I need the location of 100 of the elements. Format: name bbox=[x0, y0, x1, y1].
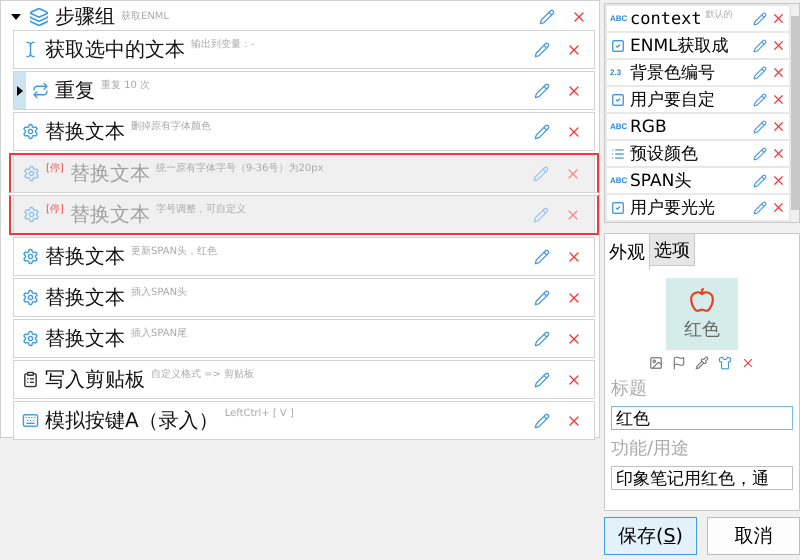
step-hint: 删掉原有字体颜色 bbox=[131, 120, 211, 133]
step-row[interactable]: 替换文本 插入SPAN头 bbox=[13, 278, 595, 317]
step-title: 模拟按键A（录入） bbox=[45, 407, 219, 434]
step-title: 替换文本 bbox=[45, 243, 125, 270]
edit-icon[interactable] bbox=[534, 372, 550, 388]
step-hint: 插入SPAN尾 bbox=[131, 326, 188, 340]
edit-icon[interactable] bbox=[753, 92, 767, 106]
step-hint: 输出到变量：- bbox=[191, 38, 255, 51]
group-hint: 获取ENML bbox=[121, 10, 169, 23]
gear-icon bbox=[23, 165, 40, 182]
text-type-icon: ABC bbox=[610, 122, 626, 131]
scrollbar[interactable] bbox=[791, 4, 799, 222]
variable-row[interactable]: 预设颜色 bbox=[607, 141, 789, 166]
edit-icon[interactable] bbox=[753, 174, 767, 188]
edit-icon[interactable] bbox=[753, 12, 767, 26]
purpose-field[interactable]: 印象笔记用红色，通 bbox=[611, 466, 793, 490]
icon-tile[interactable]: 红色 bbox=[666, 278, 738, 350]
apple-icon bbox=[689, 287, 715, 313]
edit-icon[interactable] bbox=[534, 248, 550, 264]
expander[interactable] bbox=[14, 72, 26, 109]
step-title: 重复 bbox=[55, 77, 95, 104]
disabled-tag: [停] bbox=[46, 202, 64, 216]
checkbox-icon bbox=[610, 38, 626, 52]
tile-label: 红色 bbox=[684, 318, 720, 341]
image-icon[interactable] bbox=[649, 356, 663, 370]
gear-icon bbox=[22, 248, 39, 265]
list-icon bbox=[610, 146, 626, 160]
number-type-icon: 2.3 bbox=[610, 68, 626, 77]
variable-row[interactable]: 用户要光光 bbox=[607, 195, 789, 220]
edit-icon[interactable] bbox=[753, 200, 767, 214]
edit-icon[interactable] bbox=[539, 8, 555, 24]
edit-icon[interactable] bbox=[753, 38, 767, 52]
checkbox-icon bbox=[610, 92, 626, 106]
delete-icon[interactable] bbox=[771, 92, 786, 107]
checkbox-icon bbox=[610, 200, 626, 214]
delete-icon[interactable] bbox=[771, 173, 786, 188]
edit-icon[interactable] bbox=[534, 124, 550, 140]
edit-icon[interactable] bbox=[753, 120, 767, 134]
step-hint: 插入SPAN头 bbox=[131, 286, 188, 299]
step-row[interactable]: 写入剪贴板 自定义格式 => 剪贴板 bbox=[13, 360, 595, 399]
step-hint: 自定义格式 => 剪贴板 bbox=[151, 368, 254, 381]
gear-icon bbox=[23, 206, 40, 223]
variable-name: 背景色编号 bbox=[630, 62, 715, 84]
keyboard-icon bbox=[22, 412, 39, 429]
gear-icon bbox=[22, 289, 39, 306]
edit-icon[interactable] bbox=[534, 42, 550, 58]
shirt-icon[interactable] bbox=[718, 356, 732, 370]
step-title: 获取选中的文本 bbox=[45, 36, 185, 63]
variable-name: SPAN头 bbox=[630, 170, 692, 192]
step-title: 替换文本 bbox=[45, 284, 125, 311]
step-hint: LeftCtrl+ [ V ] bbox=[224, 408, 294, 419]
tab[interactable]: 选项 bbox=[650, 234, 695, 266]
variable-row[interactable]: ENML获取成 bbox=[607, 33, 789, 58]
step-hint: 统一原有字体字号（9-36号）为20px bbox=[156, 162, 324, 175]
group-title: 步骤组 bbox=[55, 3, 115, 30]
step-row[interactable]: 模拟按键A（录入） LeftCtrl+ [ V ] bbox=[13, 401, 595, 440]
flag-icon[interactable] bbox=[672, 356, 686, 370]
step-hint: 重复 10 次 bbox=[101, 78, 150, 92]
edit-icon[interactable] bbox=[534, 412, 550, 428]
edit-icon[interactable] bbox=[534, 290, 550, 306]
save-button[interactable]: 保存(S) bbox=[604, 517, 697, 555]
eyedropper-icon[interactable] bbox=[695, 356, 709, 370]
variable-name: 用户要自定 bbox=[630, 89, 715, 111]
caret-icon[interactable] bbox=[11, 14, 21, 20]
variable-name: 预设颜色 bbox=[630, 143, 698, 165]
variable-name: ENML获取成 bbox=[630, 35, 729, 57]
step-title: 替换文本 bbox=[70, 160, 150, 187]
delete-icon[interactable] bbox=[771, 11, 786, 26]
cancel-button[interactable]: 取消 bbox=[707, 517, 800, 555]
step-title: 写入剪贴板 bbox=[45, 366, 145, 393]
step-hint: 更新SPAN头，红色 bbox=[131, 244, 218, 258]
delete-icon[interactable] bbox=[741, 356, 755, 370]
step-row[interactable]: 替换文本 插入SPAN尾 bbox=[13, 319, 595, 358]
step-hint: 字号调整，可自定义 bbox=[156, 202, 246, 216]
variable-name: 用户要光光 bbox=[630, 197, 715, 219]
disabled-tag: [停] bbox=[46, 161, 64, 175]
delete-icon[interactable] bbox=[771, 119, 786, 134]
edit-icon[interactable] bbox=[534, 330, 550, 346]
clipboard-icon bbox=[22, 371, 39, 388]
edit-icon[interactable] bbox=[753, 66, 767, 80]
title-field[interactable]: 红色 bbox=[611, 406, 793, 430]
delete-icon[interactable] bbox=[771, 65, 786, 80]
variable-name: context bbox=[630, 8, 702, 28]
step-row[interactable]: 替换文本 更新SPAN头，红色 bbox=[13, 237, 595, 276]
step-title: 替换文本 bbox=[45, 325, 125, 352]
gear-icon bbox=[22, 123, 39, 140]
delete-icon[interactable] bbox=[771, 146, 786, 161]
variable-hint: 默认的 bbox=[706, 8, 733, 21]
step-row[interactable]: 替换文本 删掉原有字体颜色 bbox=[13, 112, 595, 151]
step-row[interactable]: 重复 重复 10 次 bbox=[13, 71, 595, 110]
text-type-icon: ABC bbox=[610, 176, 626, 185]
edit-icon[interactable] bbox=[753, 146, 767, 160]
variable-row[interactable]: 2.3 背景色编号 bbox=[607, 60, 789, 85]
edit-icon[interactable] bbox=[534, 82, 550, 98]
layers-icon bbox=[29, 6, 49, 26]
delete-icon[interactable] bbox=[771, 38, 786, 53]
repeat-icon bbox=[32, 82, 49, 99]
variable-row[interactable]: 用户要自定 bbox=[607, 87, 789, 112]
step-row[interactable]: 获取选中的文本 输出到变量：- bbox=[13, 30, 595, 69]
delete-icon[interactable] bbox=[771, 200, 786, 215]
